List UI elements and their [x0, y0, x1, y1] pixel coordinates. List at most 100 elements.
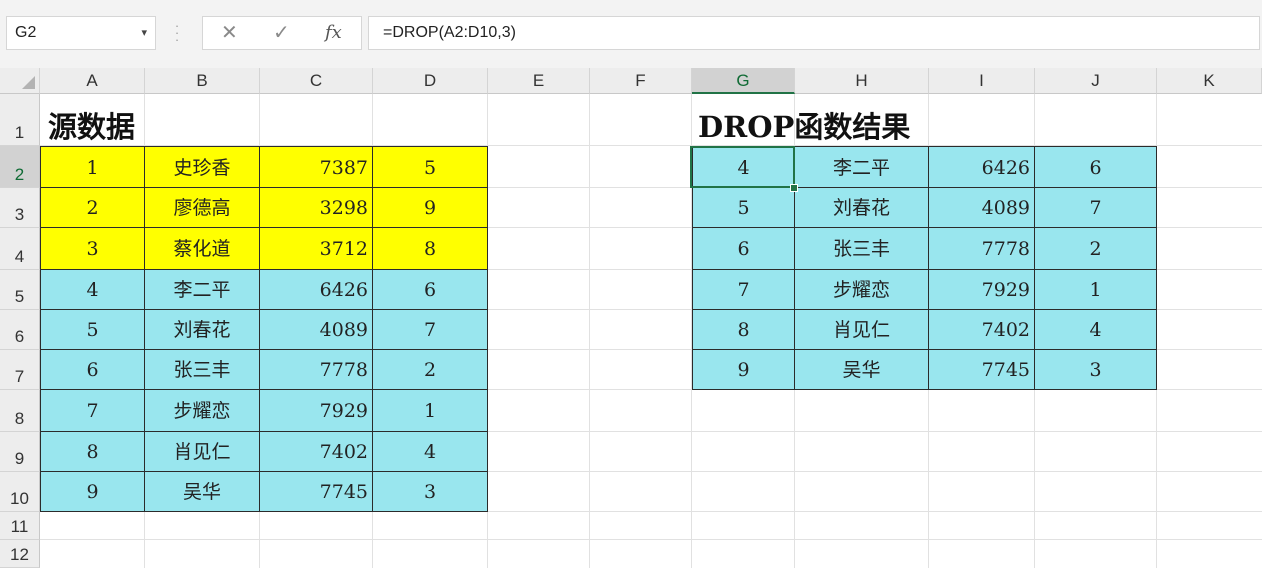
- source-table-cell[interactable]: 7929: [260, 390, 373, 432]
- source-table-cell[interactable]: 1: [373, 390, 488, 432]
- result-table-cell[interactable]: 6: [1035, 146, 1157, 188]
- gridline: [589, 94, 590, 568]
- fill-handle[interactable]: [790, 184, 798, 192]
- result-table-cell[interactable]: 7402: [929, 310, 1035, 350]
- source-table-cell[interactable]: 3298: [260, 188, 373, 228]
- column-header-a[interactable]: A: [40, 68, 145, 94]
- enter-icon[interactable]: ✓: [273, 17, 290, 49]
- row-header-12[interactable]: 12: [0, 540, 40, 568]
- source-table-cell[interactable]: 6: [373, 270, 488, 310]
- formula-input[interactable]: =DROP(A2:D10,3): [368, 16, 1260, 50]
- result-table-cell[interactable]: 9: [692, 350, 795, 390]
- result-table-cell[interactable]: 刘春花: [795, 188, 929, 228]
- source-table-cell[interactable]: 7: [373, 310, 488, 350]
- row-number: 9: [14, 449, 25, 468]
- result-table-cell[interactable]: 步耀恋: [795, 270, 929, 310]
- source-table-cell[interactable]: 2: [40, 188, 145, 228]
- source-table-cell[interactable]: 8: [373, 228, 488, 270]
- column-header-k[interactable]: K: [1157, 68, 1262, 94]
- source-table-cell[interactable]: 1: [40, 146, 145, 188]
- source-table-cell[interactable]: 4089: [260, 310, 373, 350]
- source-table-cell[interactable]: 9: [40, 472, 145, 512]
- result-table-cell[interactable]: 7: [1035, 188, 1157, 228]
- active-cell-selection[interactable]: [690, 146, 795, 188]
- source-table-cell[interactable]: 李二平: [145, 270, 260, 310]
- source-table-cell[interactable]: 7: [40, 390, 145, 432]
- result-table-cell[interactable]: 5: [692, 188, 795, 228]
- source-table-cell[interactable]: 7745: [260, 472, 373, 512]
- row-header-6[interactable]: 6: [0, 310, 40, 350]
- source-table-cell[interactable]: 7402: [260, 432, 373, 472]
- source-table-cell[interactable]: 9: [373, 188, 488, 228]
- column-header-i[interactable]: I: [929, 68, 1035, 94]
- row-number: 5: [14, 287, 25, 306]
- row-header-8[interactable]: 8: [0, 390, 40, 432]
- result-table-cell[interactable]: 吴华: [795, 350, 929, 390]
- source-table-cell[interactable]: 4: [373, 432, 488, 472]
- name-box[interactable]: G2 ▾: [6, 16, 156, 50]
- result-table-cell[interactable]: 李二平: [795, 146, 929, 188]
- result-table-cell[interactable]: 6: [692, 228, 795, 270]
- row-header-5[interactable]: 5: [0, 270, 40, 310]
- source-table-cell[interactable]: 3: [373, 472, 488, 512]
- row-header-9[interactable]: 9: [0, 432, 40, 472]
- column-header-c[interactable]: C: [260, 68, 373, 94]
- result-table-cell[interactable]: 4089: [929, 188, 1035, 228]
- column-header-h[interactable]: H: [795, 68, 929, 94]
- result-table-cell[interactable]: 张三丰: [795, 228, 929, 270]
- row-header-7[interactable]: 7: [0, 350, 40, 390]
- source-table-cell[interactable]: 5: [373, 146, 488, 188]
- cancel-icon[interactable]: ✕: [221, 17, 238, 49]
- result-table-cell[interactable]: 1: [1035, 270, 1157, 310]
- insert-function-icon[interactable]: fx: [325, 17, 342, 49]
- result-table-cell[interactable]: 7745: [929, 350, 1035, 390]
- source-table-cell[interactable]: 7387: [260, 146, 373, 188]
- source-table-cell[interactable]: 4: [40, 270, 145, 310]
- result-table-cell[interactable]: 7: [692, 270, 795, 310]
- row-number: 2: [14, 165, 25, 184]
- row-header-3[interactable]: 3: [0, 188, 40, 228]
- row-header-1[interactable]: 1: [0, 94, 40, 146]
- column-header-b[interactable]: B: [145, 68, 260, 94]
- source-table-cell[interactable]: 步耀恋: [145, 390, 260, 432]
- source-table-cell[interactable]: 2: [373, 350, 488, 390]
- column-header-j[interactable]: J: [1035, 68, 1157, 94]
- source-table-cell[interactable]: 8: [40, 432, 145, 472]
- result-table-cell[interactable]: 肖见仁: [795, 310, 929, 350]
- row-number: 10: [10, 489, 29, 508]
- column-header-e[interactable]: E: [488, 68, 590, 94]
- source-table-cell[interactable]: 肖见仁: [145, 432, 260, 472]
- source-table-cell[interactable]: 3: [40, 228, 145, 270]
- column-header-f[interactable]: F: [590, 68, 692, 94]
- source-table-cell[interactable]: 蔡化道: [145, 228, 260, 270]
- gridline: [40, 539, 1262, 540]
- row-header-4[interactable]: 4: [0, 228, 40, 270]
- source-table-cell[interactable]: 刘春花: [145, 310, 260, 350]
- chevron-down-icon[interactable]: ▾: [141, 17, 147, 49]
- row-header-2[interactable]: 2: [0, 146, 40, 188]
- source-table-cell[interactable]: 5: [40, 310, 145, 350]
- column-header-d[interactable]: D: [373, 68, 488, 94]
- row-header-10[interactable]: 10: [0, 472, 40, 512]
- more-options-icon[interactable]: · · ·: [174, 19, 180, 46]
- source-table-cell[interactable]: 廖德高: [145, 188, 260, 228]
- formula-buttons: ✕ ✓ fx: [202, 16, 362, 50]
- source-table-cell[interactable]: 6426: [260, 270, 373, 310]
- result-table-cell[interactable]: 7778: [929, 228, 1035, 270]
- result-table-cell[interactable]: 6426: [929, 146, 1035, 188]
- result-table-cell[interactable]: 4: [1035, 310, 1157, 350]
- source-table-cell[interactable]: 3712: [260, 228, 373, 270]
- result-table-cell[interactable]: 7929: [929, 270, 1035, 310]
- source-table-cell[interactable]: 7778: [260, 350, 373, 390]
- source-table-cell[interactable]: 吴华: [145, 472, 260, 512]
- source-table-cell[interactable]: 张三丰: [145, 350, 260, 390]
- column-header-g[interactable]: G: [692, 68, 795, 94]
- result-table-cell[interactable]: 8: [692, 310, 795, 350]
- result-table-cell[interactable]: 3: [1035, 350, 1157, 390]
- row-header-11[interactable]: 11: [0, 512, 40, 540]
- source-table-cell[interactable]: 史珍香: [145, 146, 260, 188]
- result-table-cell[interactable]: 2: [1035, 228, 1157, 270]
- row-number: 12: [10, 545, 29, 564]
- select-all-button[interactable]: [0, 68, 40, 94]
- source-table-cell[interactable]: 6: [40, 350, 145, 390]
